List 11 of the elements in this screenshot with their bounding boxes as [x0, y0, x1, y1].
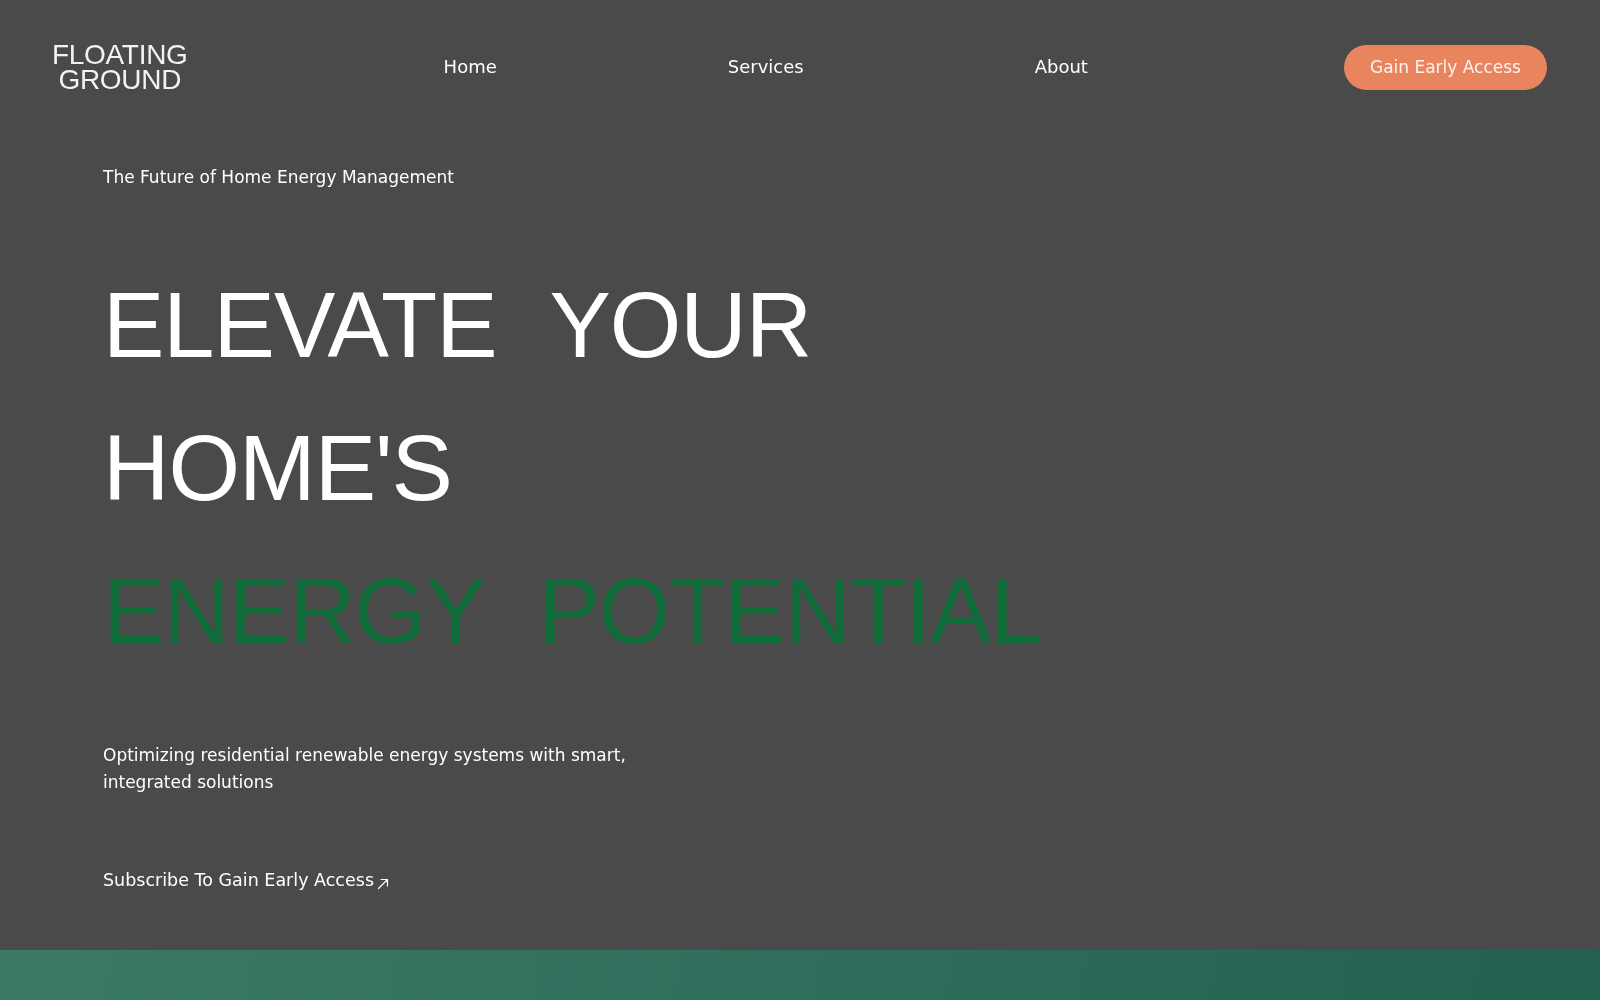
nav-link[interactable]: Home — [443, 55, 497, 79]
tagline: The Future of Home Energy Management — [103, 166, 455, 189]
headline-line: ENERGY POTENTIAL — [103, 559, 1041, 664]
nav-link[interactable]: About — [1034, 55, 1088, 79]
nav-link[interactable]: Services — [727, 55, 804, 79]
headline-line: ELEVATE YOUR — [103, 273, 812, 378]
description: Optimizing residential renewable energy systems with smart, integrated solutions — [103, 744, 627, 794]
subscribe-link[interactable]: Subscribe To Gain Early Access — [103, 867, 374, 894]
headline-line: HOME'S — [103, 416, 452, 521]
arrow-icon — [377, 878, 389, 890]
logo[interactable]: FLOATING GROUND — [52, 42, 188, 92]
